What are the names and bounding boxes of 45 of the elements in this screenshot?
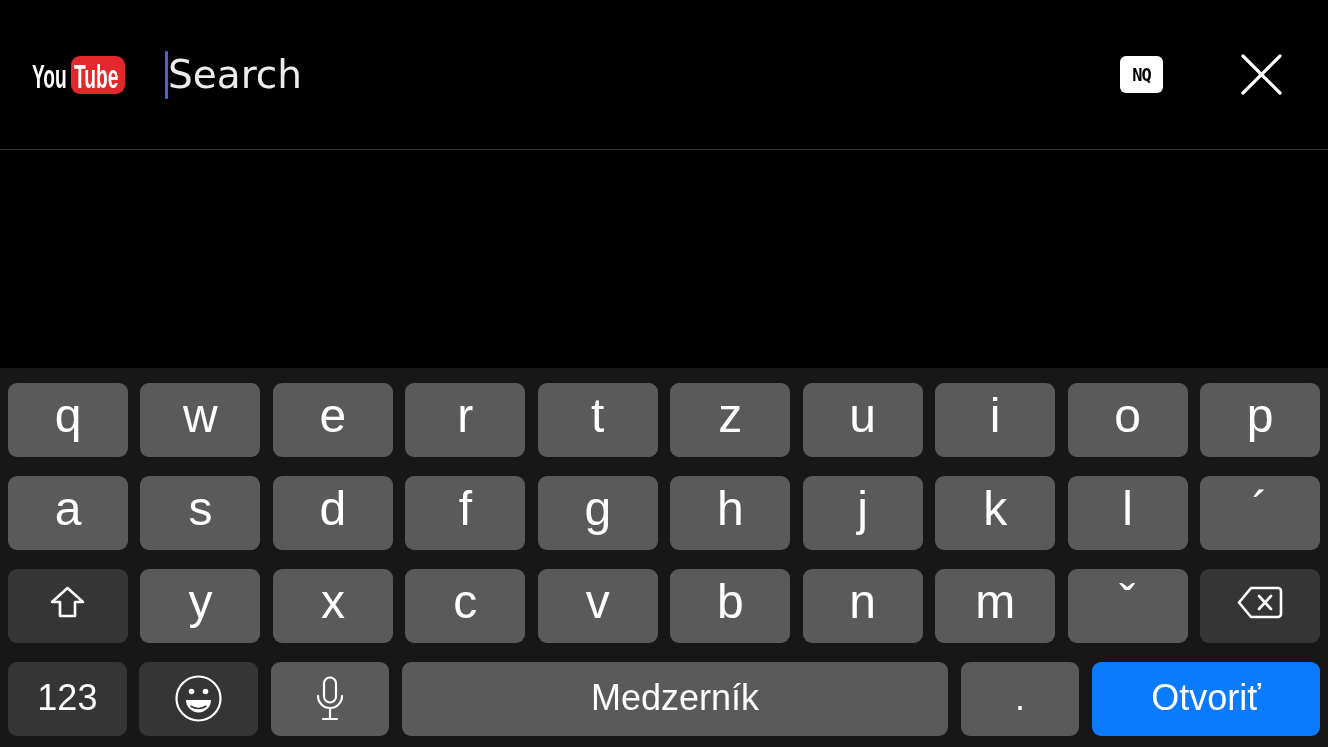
letter-key[interactable]: p bbox=[1200, 383, 1321, 457]
letter-key[interactable]: g bbox=[537, 476, 658, 550]
search-field[interactable]: Search bbox=[168, 46, 1080, 103]
close-icon bbox=[1241, 54, 1282, 95]
letter-badge[interactable]: NQ bbox=[1120, 56, 1163, 93]
smiley-face-icon bbox=[175, 674, 223, 722]
letter-key[interactable]: a bbox=[8, 476, 128, 550]
letter-key[interactable]: j bbox=[802, 476, 923, 550]
letter-key[interactable]: f bbox=[405, 476, 526, 550]
letter-key[interactable]: h bbox=[670, 476, 791, 550]
microphone-icon bbox=[315, 675, 344, 721]
letter-key[interactable]: l bbox=[1067, 476, 1188, 550]
letter-key[interactable]: u bbox=[802, 383, 923, 457]
emoji-key[interactable] bbox=[139, 662, 259, 736]
letter-key[interactable]: s bbox=[140, 476, 261, 550]
letter-key[interactable]: y bbox=[140, 569, 261, 643]
letter-key[interactable]: r bbox=[405, 383, 526, 457]
letter-key[interactable]: o bbox=[1067, 383, 1188, 457]
shift-key[interactable] bbox=[8, 569, 128, 643]
letter-key[interactable]: m bbox=[935, 569, 1056, 643]
letter-key[interactable]: ´ bbox=[1200, 476, 1321, 550]
close-button[interactable] bbox=[1241, 54, 1282, 95]
space-bar[interactable]: Medzerník bbox=[401, 662, 949, 736]
letter-key[interactable]: d bbox=[272, 476, 393, 550]
period-key[interactable]: . bbox=[960, 662, 1080, 736]
open-button[interactable]: Otvoriť bbox=[1092, 662, 1321, 736]
numbers-key[interactable]: 123 bbox=[8, 662, 127, 736]
letter-key[interactable]: e bbox=[272, 383, 393, 457]
backspace-icon bbox=[1237, 585, 1284, 619]
letter-key[interactable]: x bbox=[272, 569, 393, 643]
delete-key[interactable] bbox=[1200, 569, 1321, 643]
letter-key[interactable]: v bbox=[537, 569, 658, 643]
logo: You Tube bbox=[32, 55, 125, 94]
letter-key[interactable]: c bbox=[405, 569, 526, 643]
shift-icon bbox=[50, 586, 86, 618]
letter-key[interactable]: n bbox=[802, 569, 923, 643]
letter-key[interactable]: t bbox=[537, 383, 658, 457]
letter-key[interactable]: ˇ bbox=[1067, 569, 1188, 643]
letter-key[interactable]: z bbox=[670, 383, 791, 457]
letter-key[interactable]: w bbox=[140, 383, 261, 457]
microphone-key[interactable] bbox=[270, 662, 390, 736]
letter-key[interactable]: i bbox=[935, 383, 1056, 457]
letter-key[interactable]: q bbox=[8, 383, 128, 457]
letter-key[interactable]: b bbox=[670, 569, 791, 643]
letter-key[interactable]: k bbox=[935, 476, 1056, 550]
